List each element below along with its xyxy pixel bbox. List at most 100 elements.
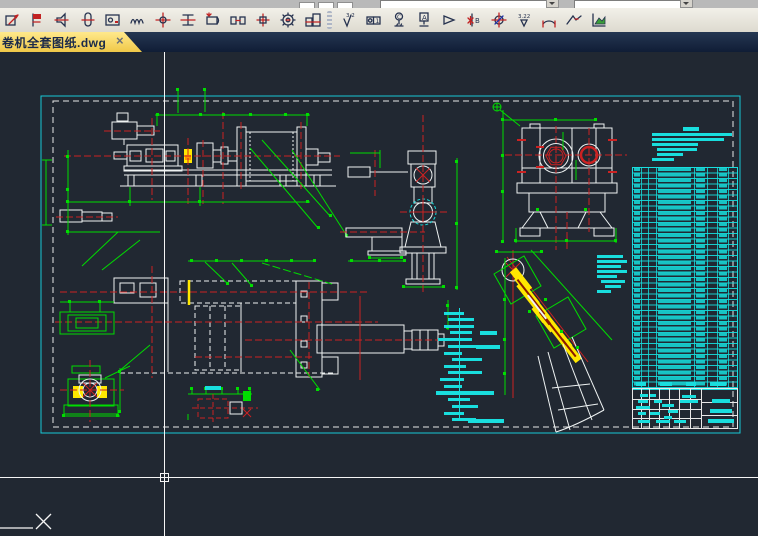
ucs-icon xyxy=(0,513,52,530)
cyan-annotation-bar xyxy=(640,394,648,397)
cyan-annotation-bar xyxy=(636,382,646,386)
detail-view-icon[interactable] xyxy=(1,9,24,31)
cyan-annotation-bar xyxy=(683,127,699,131)
arc-dimension-icon[interactable] xyxy=(537,9,560,31)
combo-dropdown-arrow-icon[interactable] xyxy=(680,0,693,8)
cyan-annotation-bar xyxy=(444,412,464,415)
cyan-annotation-bar xyxy=(448,371,482,374)
datum-target-icon[interactable]: A xyxy=(412,9,435,31)
cyan-annotation-bar xyxy=(444,352,462,355)
cyan-annotation-bar xyxy=(597,270,627,273)
cyan-annotation-bar xyxy=(444,365,466,368)
svg-text:1: 1 xyxy=(375,18,379,25)
document-tabbar: 卷机全套图纸.dwg × xyxy=(0,32,758,54)
center-cross-icon[interactable] xyxy=(151,9,174,31)
roughness-symbol-icon[interactable]: 3.2 xyxy=(337,9,360,31)
cyan-annotation-bar xyxy=(440,378,464,381)
cyan-annotation-bar xyxy=(450,331,472,334)
cyan-annotation-bar xyxy=(710,409,732,413)
cyan-annotation-bar xyxy=(686,382,696,386)
toolbar-grip[interactable] xyxy=(327,11,332,29)
center-mark-icon[interactable] xyxy=(487,9,510,31)
cyan-annotation-bar xyxy=(597,260,627,263)
cyan-annotation-bar xyxy=(444,325,474,328)
combo-dropdown-arrow-icon[interactable] xyxy=(546,0,559,8)
coupling-icon[interactable] xyxy=(226,9,249,31)
pump-cross-icon[interactable] xyxy=(251,9,274,31)
cyan-annotation-bar xyxy=(638,400,648,403)
gear-front-icon[interactable] xyxy=(276,9,299,31)
cyan-annotation-bar xyxy=(601,280,625,283)
kink-line-icon[interactable] xyxy=(562,9,585,31)
cyan-annotation-bar xyxy=(668,410,678,413)
cyan-annotation-bar xyxy=(636,406,650,409)
document-tab-label: 卷机全套图纸.dwg xyxy=(2,35,107,50)
part-flag-icon[interactable] xyxy=(26,9,49,31)
cyan-annotation-bar xyxy=(682,395,696,398)
beam-section-icon[interactable] xyxy=(176,9,199,31)
cyan-annotation-bar xyxy=(597,255,623,258)
cyan-annotation-bar xyxy=(680,400,698,403)
area-chart-icon[interactable] xyxy=(587,9,610,31)
upper-toolbar-partial xyxy=(0,0,758,8)
gear-assembly-icon[interactable] xyxy=(301,9,324,31)
cyan-annotation-bar xyxy=(468,419,504,423)
basic-dimension-icon[interactable]: 1 xyxy=(362,9,385,31)
datum-circle-icon[interactable]: C xyxy=(387,9,410,31)
cyan-annotation-bar xyxy=(712,399,730,403)
style-combo-partial[interactable] xyxy=(574,0,682,8)
svg-text:3.22: 3.22 xyxy=(518,14,530,20)
cyan-annotation-bar xyxy=(657,148,697,151)
camera-box-icon[interactable] xyxy=(101,9,124,31)
roughness-value-icon[interactable]: 3.22 xyxy=(512,9,535,31)
drawing-canvas[interactable] xyxy=(0,52,758,536)
pin-capsule-icon[interactable] xyxy=(76,9,99,31)
taper-symbol-icon[interactable] xyxy=(437,9,460,31)
cyan-annotation-bar xyxy=(650,394,656,397)
parts-list-table xyxy=(632,167,738,390)
cyan-annotation-bar xyxy=(660,382,672,386)
cyan-annotation-bar xyxy=(597,265,621,268)
cyan-annotation-bar xyxy=(452,358,482,361)
cyan-annotation-bar xyxy=(444,312,464,315)
datum-line-b-icon[interactable]: B xyxy=(462,9,485,31)
cyan-annotation-bar xyxy=(652,133,732,136)
cyan-annotation-bar xyxy=(657,153,683,156)
cyan-annotation-bar xyxy=(664,416,672,419)
tab-close-icon[interactable]: × xyxy=(116,33,124,48)
document-tab[interactable]: 卷机全套图纸.dwg × xyxy=(0,32,142,52)
cyan-annotation-bar xyxy=(652,143,698,146)
cyan-annotation-bar xyxy=(654,400,662,403)
cyan-annotation-bar xyxy=(674,420,686,423)
bearing-left-icon[interactable] xyxy=(201,9,224,31)
spring-icon[interactable] xyxy=(126,9,149,31)
cyan-annotation-bar xyxy=(650,412,660,415)
cyan-annotation-bar xyxy=(652,158,674,161)
shaft-horn-icon[interactable] xyxy=(51,9,74,31)
cyan-annotation-bar xyxy=(205,386,221,390)
cyan-annotation-bar xyxy=(638,412,646,415)
cyan-annotation-bar xyxy=(656,420,670,423)
cyan-annotation-bar xyxy=(638,420,650,423)
view-inclined-section[interactable] xyxy=(493,249,613,433)
cyan-annotation-bar xyxy=(605,285,621,288)
cyan-annotation-bar xyxy=(662,404,674,407)
cyan-annotation-bar xyxy=(710,382,726,386)
cyan-annotation-bar xyxy=(436,391,494,395)
cyan-annotation-bar xyxy=(448,398,470,401)
detail-small-part[interactable] xyxy=(187,387,258,422)
cyan-annotation-bar xyxy=(452,405,478,408)
detail-bearing-block[interactable] xyxy=(60,360,131,422)
cyan-annotation-bar xyxy=(448,318,474,321)
svg-text:B: B xyxy=(475,17,480,25)
cyan-annotation-bar xyxy=(480,331,497,335)
layer-combo-partial[interactable] xyxy=(380,0,548,8)
application-window: 3.2 1 C A B 3.22 卷机全套图纸.dwg × xyxy=(0,0,758,536)
cyan-annotation-bar xyxy=(438,338,472,341)
cyan-annotation-bar xyxy=(444,385,462,388)
cyan-annotation-bar xyxy=(597,275,617,278)
sheet-margin xyxy=(52,100,734,428)
view-main-assembly[interactable] xyxy=(42,88,458,290)
view-gearbox-end[interactable] xyxy=(492,102,627,250)
main-toolbar: 3.2 1 C A B 3.22 xyxy=(0,8,758,33)
